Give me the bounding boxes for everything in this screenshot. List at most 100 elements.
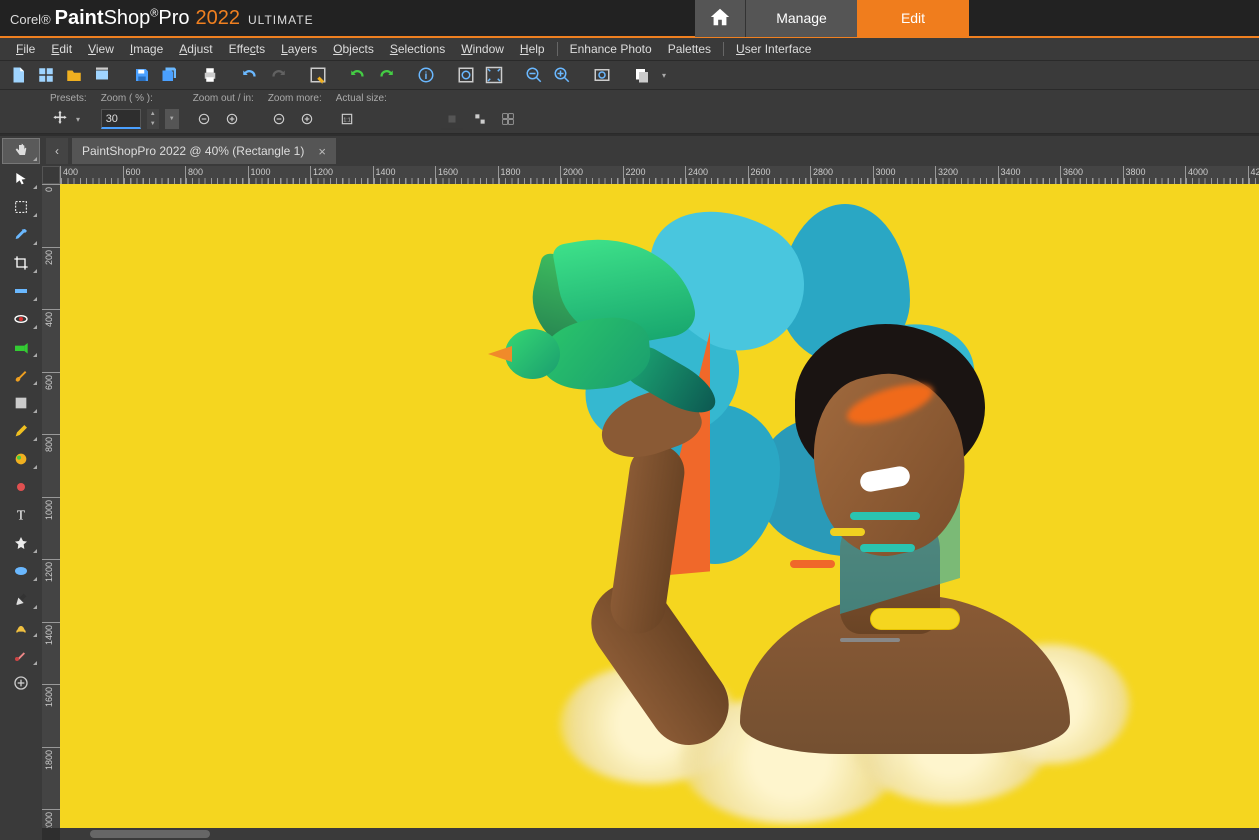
preset-pan-icon[interactable] [50, 109, 70, 129]
menu-view[interactable]: View [80, 40, 122, 58]
red-eye-tool[interactable] [2, 306, 40, 332]
pick-tool[interactable] [2, 166, 40, 192]
zoom-out-step-button[interactable] [193, 108, 215, 130]
horizontal-ruler[interactable]: 4006008001000120014001600180020002200240… [60, 166, 1259, 184]
presets-label: Presets: [50, 93, 87, 104]
fit-window-button[interactable] [454, 63, 478, 87]
text-tool[interactable]: T [2, 502, 40, 528]
ellipse-tool[interactable] [2, 558, 40, 584]
vertical-ruler[interactable]: 0200400600800100012001400160018002000220… [42, 184, 60, 828]
oil-brush-tool[interactable] [2, 642, 40, 668]
full-screen-preview-button[interactable] [590, 63, 614, 87]
undo-button[interactable] [238, 63, 262, 87]
artwork [430, 224, 1080, 824]
straighten-tool[interactable] [2, 278, 40, 304]
document-tab-label: PaintShopPro 2022 @ 40% (Rectangle 1) [82, 144, 304, 158]
picture-tube-tool[interactable] [2, 446, 40, 472]
mode-edit-button[interactable]: Edit [857, 0, 969, 37]
scanner-button[interactable] [90, 63, 114, 87]
tool-options-bar: Presets: ▾ Zoom ( % ): ▲▼ ▼ Zoom out / i… [0, 90, 1259, 134]
copy-dropdown[interactable] [658, 71, 670, 80]
brand-edition: ULTIMATE [248, 13, 314, 27]
menu-window[interactable]: Window [453, 40, 512, 58]
svg-text:i: i [425, 70, 428, 82]
zoom-in-step-button[interactable] [221, 108, 243, 130]
redo-history-button[interactable] [374, 63, 398, 87]
info-button[interactable]: i [414, 63, 438, 87]
mode-home-button[interactable] [695, 0, 745, 37]
zoom-spinner[interactable]: ▲▼ [147, 109, 159, 129]
paint-brush-tool[interactable] [2, 362, 40, 388]
canvas-viewport[interactable] [60, 184, 1259, 828]
fit-screen-button[interactable] [482, 63, 506, 87]
zoom-more-out-button[interactable] [268, 108, 290, 130]
thumbnails-button[interactable] [34, 63, 58, 87]
makeover-tool[interactable] [2, 334, 40, 360]
document-tab[interactable]: PaintShopPro 2022 @ 40% (Rectangle 1) × [72, 138, 336, 164]
menu-edit[interactable]: Edit [43, 40, 80, 58]
warp-brush-tool[interactable] [2, 614, 40, 640]
brand-year: 2022 [196, 7, 241, 30]
copy-button[interactable] [630, 63, 654, 87]
scroll-thumb[interactable] [90, 830, 210, 838]
title-bar: Corel® PaintShop®Pro 2022 ULTIMATE Manag… [0, 0, 1259, 38]
crop-tool[interactable] [2, 250, 40, 276]
selection-tool[interactable] [2, 194, 40, 220]
save-all-button[interactable] [158, 63, 182, 87]
svg-text:1:1: 1:1 [343, 117, 350, 123]
resize-button[interactable] [306, 63, 330, 87]
actual-size-button[interactable]: 1:1 [336, 108, 358, 130]
mode-manage-button[interactable]: Manage [745, 0, 857, 37]
ruler-origin[interactable] [42, 166, 60, 184]
dropper-tool[interactable] [2, 222, 40, 248]
shape-tool[interactable] [2, 530, 40, 556]
tab-prev-button[interactable]: ‹ [46, 138, 68, 164]
bird-graphic [450, 224, 680, 424]
save-button[interactable] [130, 63, 154, 87]
menu-image[interactable]: Image [122, 40, 171, 58]
menu-objects[interactable]: Objects [325, 40, 382, 58]
open-button[interactable] [62, 63, 86, 87]
accent-bars [830, 504, 960, 650]
snap-c-button[interactable] [497, 108, 519, 130]
zoom-in-button[interactable] [550, 63, 574, 87]
new-file-button[interactable] [6, 63, 30, 87]
zoom-pct-label: Zoom ( % ): [101, 93, 179, 104]
redo-button[interactable] [266, 63, 290, 87]
snap-b-button[interactable] [469, 108, 491, 130]
pen-tool[interactable] [2, 586, 40, 612]
menu-file[interactable]: File [8, 40, 43, 58]
document-tabstrip: ‹ PaintShopPro 2022 @ 40% (Rectangle 1) … [42, 136, 1259, 166]
clone-tool[interactable] [2, 474, 40, 500]
menu-effects[interactable]: Effects [221, 40, 273, 58]
print-button[interactable] [198, 63, 222, 87]
horizontal-scrollbar[interactable] [60, 828, 1259, 840]
pan-tool[interactable] [2, 138, 40, 164]
close-tab-button[interactable]: × [318, 144, 326, 159]
menu-help[interactable]: Help [512, 40, 553, 58]
svg-text:T: T [17, 508, 25, 523]
zoom-dropdown[interactable]: ▼ [165, 109, 179, 129]
menu-layers[interactable]: Layers [273, 40, 325, 58]
menu-palettes[interactable]: Palettes [660, 40, 719, 58]
canvas[interactable] [60, 184, 1259, 828]
menu-enhance-photo[interactable]: Enhance Photo [562, 40, 660, 58]
zoom-out-button[interactable] [522, 63, 546, 87]
standard-toolbar: i [0, 60, 1259, 90]
add-tool-button[interactable] [2, 670, 40, 696]
menu-adjust[interactable]: Adjust [171, 40, 220, 58]
pencil-tool[interactable] [2, 418, 40, 444]
snap-a-button[interactable] [441, 108, 463, 130]
zoom-more-in-button[interactable] [296, 108, 318, 130]
zoom-io-label: Zoom out / in: [193, 93, 254, 104]
undo-history-button[interactable] [346, 63, 370, 87]
menu-selections[interactable]: Selections [382, 40, 453, 58]
zoom-percent-input[interactable] [101, 109, 141, 129]
zoom-more-label: Zoom more: [268, 93, 322, 104]
menu-bar: File Edit View Image Adjust Effects Laye… [0, 38, 1259, 60]
tools-palette: T [0, 136, 42, 840]
menu-user-interface[interactable]: User Interface [728, 40, 819, 58]
actual-size-label: Actual size: [336, 93, 387, 104]
document-area: ‹ PaintShopPro 2022 @ 40% (Rectangle 1) … [42, 136, 1259, 840]
fill-tool[interactable] [2, 390, 40, 416]
